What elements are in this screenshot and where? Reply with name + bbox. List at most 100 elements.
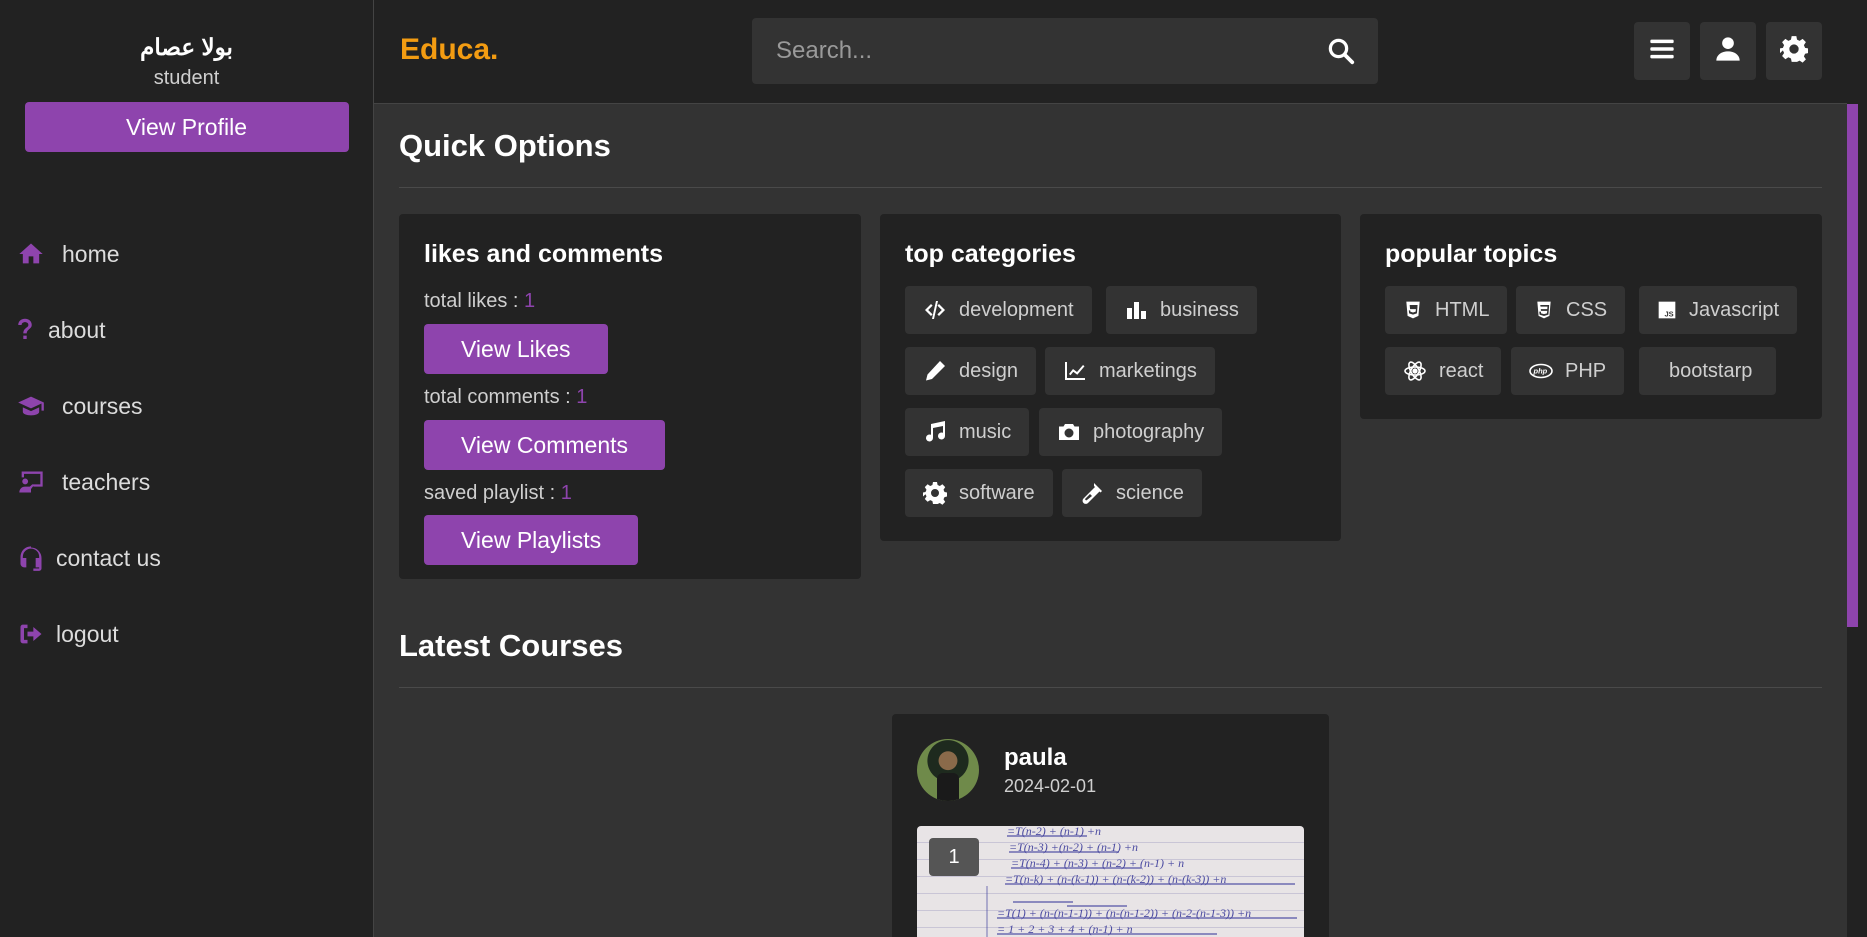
- gear-icon: [1780, 35, 1808, 68]
- search-bar: [752, 18, 1378, 84]
- pen-icon: [926, 361, 945, 381]
- category-tag-design[interactable]: design: [905, 347, 1036, 395]
- tag-label: business: [1160, 298, 1239, 321]
- topic-tag-bootstrap[interactable]: bootstarp: [1639, 347, 1777, 395]
- category-tag-software[interactable]: software: [905, 469, 1053, 517]
- tag-label: development: [959, 298, 1074, 321]
- site-logo[interactable]: Educa.: [400, 33, 498, 67]
- tag-label: science: [1116, 481, 1184, 504]
- saved-playlist-stat: saved playlist : 1: [424, 482, 572, 505]
- topic-tag-html[interactable]: HTML: [1385, 286, 1508, 334]
- notes-text: =T(1) + (n-(n-1-1)) + (n-(n-1-2)) + (n-2…: [997, 906, 1251, 920]
- sidebar-item-about[interactable]: about: [0, 292, 373, 368]
- topic-tag-php[interactable]: php PHP: [1511, 347, 1625, 395]
- js-icon: JS: [1658, 301, 1676, 319]
- top-header: Educa.: [374, 0, 1847, 104]
- question-icon: [16, 315, 34, 345]
- tag-label: photography: [1093, 420, 1205, 443]
- home-icon: [16, 239, 46, 269]
- course-date: 2024-02-01: [1004, 776, 1097, 796]
- stat-value: 1: [560, 482, 572, 504]
- stat-value: 1: [524, 290, 536, 312]
- notes-text: = 1 + 2 + 3 + 4 + (n-1) + n: [997, 922, 1133, 936]
- user-icon: [1714, 35, 1742, 68]
- category-tag-marketings[interactable]: marketings: [1045, 347, 1215, 395]
- sidebar-item-teachers[interactable]: teachers: [0, 444, 373, 520]
- category-tag-science[interactable]: science: [1062, 469, 1202, 517]
- video-count-badge: 1: [929, 838, 979, 876]
- chart-line-icon: [1065, 362, 1085, 380]
- tag-label: react: [1439, 359, 1484, 382]
- total-comments-stat: total comments : 1: [424, 386, 587, 409]
- tag-label: HTML: [1435, 298, 1490, 321]
- tag-label: Javascript: [1689, 298, 1780, 321]
- sidebar-nav: home about courses teachers contact us l…: [0, 216, 373, 672]
- sidebar-item-contact-us[interactable]: contact us: [0, 520, 373, 596]
- topic-tag-css[interactable]: CSS: [1516, 286, 1626, 334]
- box-title: popular topics: [1385, 240, 1558, 268]
- profile-name: بولا عصام: [140, 34, 233, 60]
- view-likes-button[interactable]: View Likes: [424, 324, 608, 374]
- view-comments-button[interactable]: View Comments: [424, 420, 666, 470]
- cog-icon: [923, 482, 947, 505]
- music-icon: [926, 421, 945, 442]
- tag-label: software: [959, 481, 1035, 504]
- notes-text: =T(n-3) +(n-2) + (n-1) +n: [1009, 840, 1138, 854]
- notes-text: =T(n-4) + (n-3) + (n-2) + (n-1) + n: [1011, 856, 1184, 870]
- tag-label: marketings: [1099, 359, 1197, 382]
- view-profile-button[interactable]: View Profile: [24, 102, 349, 152]
- category-tag-music[interactable]: music: [905, 408, 1030, 456]
- course-card[interactable]: paula 2024-02-01 =T(n-2) + (n-1) +n =T(n…: [892, 714, 1329, 937]
- category-tag-business[interactable]: business: [1106, 286, 1257, 334]
- tag-label: CSS: [1566, 298, 1608, 321]
- category-tag-photography[interactable]: photography: [1039, 408, 1223, 456]
- tutor-avatar: [917, 739, 979, 801]
- svg-text:JS: JS: [1665, 310, 1674, 319]
- latest-courses-title: Latest Courses: [399, 628, 623, 663]
- tag-label: PHP: [1565, 359, 1607, 382]
- course-thumbnail[interactable]: =T(n-2) + (n-1) +n =T(n-3) +(n-2) + (n-1…: [917, 826, 1304, 937]
- logout-icon: [16, 619, 46, 649]
- php-icon: php: [1529, 363, 1553, 379]
- tag-label: music: [959, 420, 1012, 443]
- divider: [399, 187, 1822, 188]
- stat-value: 1: [576, 386, 588, 408]
- notes-text: =T(n-2) + (n-1) +n: [1007, 826, 1101, 838]
- code-icon: [925, 301, 945, 319]
- profile-role: student: [153, 67, 220, 89]
- chart-bar-icon: [1127, 302, 1146, 319]
- vial-icon: [1082, 483, 1102, 504]
- category-tag-development[interactable]: development: [905, 286, 1092, 334]
- chalkboard-teacher-icon: [16, 467, 46, 497]
- search-input[interactable]: [776, 18, 1316, 84]
- react-icon: [1404, 361, 1426, 381]
- tag-label: bootstarp: [1669, 359, 1753, 382]
- theme-toggle-button[interactable]: [1766, 22, 1822, 80]
- notes-text: =T(n-k) + (n-(k-1)) + (n-(k-2)) + (n-(k-…: [1005, 872, 1226, 886]
- menu-button[interactable]: [1634, 22, 1690, 80]
- scrollbar-thumb[interactable]: [1847, 104, 1858, 627]
- stat-label: saved playlist :: [424, 482, 561, 504]
- tutor-name: paula: [1004, 744, 1067, 771]
- stat-label: total likes :: [424, 290, 525, 312]
- sidebar: بولا عصام student View Profile home abou…: [0, 0, 374, 937]
- view-playlists-button[interactable]: View Playlists: [424, 515, 639, 565]
- headset-icon: [16, 543, 46, 573]
- search-icon[interactable]: [1326, 36, 1356, 66]
- sidebar-item-courses[interactable]: courses: [0, 368, 373, 444]
- sidebar-item-label: logout: [56, 620, 119, 647]
- stat-label: total comments :: [424, 386, 577, 408]
- popular-topics-box: popular topics HTML CSS JS Javascript re…: [1360, 214, 1822, 419]
- total-likes-stat: total likes : 1: [424, 290, 535, 313]
- profile-card: بولا عصام student View Profile: [0, 0, 373, 152]
- tag-label: design: [959, 359, 1018, 382]
- sidebar-item-logout[interactable]: logout: [0, 596, 373, 672]
- topic-tag-javascript[interactable]: JS Javascript: [1639, 286, 1798, 334]
- top-categories-box: top categories development business desi…: [880, 214, 1341, 541]
- sidebar-item-label: teachers: [62, 468, 151, 495]
- topic-tag-react[interactable]: react: [1385, 347, 1502, 395]
- likes-comments-box: likes and comments total likes : 1 View …: [399, 214, 861, 579]
- sidebar-item-home[interactable]: home: [0, 216, 373, 292]
- sidebar-item-label: courses: [62, 392, 143, 419]
- user-button[interactable]: [1700, 22, 1756, 80]
